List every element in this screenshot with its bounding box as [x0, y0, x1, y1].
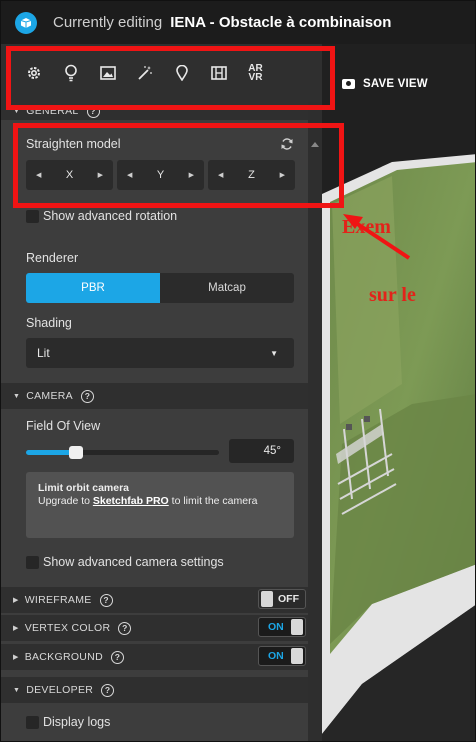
advanced-camera-checkbox[interactable]	[26, 555, 39, 569]
orbit-text-after: to limit the camera	[171, 495, 258, 507]
orbit-text-before: Upgrade to	[38, 495, 90, 507]
renderer-label: Renderer	[26, 251, 79, 265]
chevron-down-icon: ▼	[270, 348, 278, 358]
renderer-toggle: PBR Matcap	[26, 273, 294, 303]
fov-label: Field Of View	[26, 419, 101, 433]
expand-triangle-icon: ▶	[13, 597, 19, 604]
camera-icon	[342, 79, 355, 89]
vertex-color-toggle[interactable]: ON	[258, 617, 306, 637]
expand-triangle-icon: ▶	[13, 654, 19, 661]
toggle-knob	[291, 619, 303, 635]
wireframe-state: OFF	[278, 593, 299, 605]
display-logs-checkbox[interactable]	[26, 715, 39, 729]
vertex-color-state: ON	[268, 621, 284, 633]
section-vertex-color-title: VERTEX COLOR	[24, 622, 111, 634]
top-bar: Currently editing IENA - Obstacle à comb…	[1, 1, 475, 44]
annotation-text-line1: Exem	[342, 216, 391, 238]
fov-slider[interactable]	[26, 446, 219, 459]
save-view-label: SAVE VIEW	[363, 78, 428, 90]
highlight-box-toolbar	[6, 46, 335, 110]
collapse-triangle-icon: ▼	[13, 392, 21, 400]
collapse-triangle-icon: ▼	[13, 686, 21, 694]
section-wireframe-title: WIREFRAME	[24, 594, 92, 606]
shading-value: Lit	[37, 346, 50, 360]
background-state: ON	[268, 650, 284, 662]
model-scene[interactable]	[322, 44, 476, 742]
background-toggle[interactable]: ON	[258, 646, 306, 666]
help-icon[interactable]: ?	[118, 621, 132, 635]
shading-label: Shading	[26, 316, 72, 330]
section-developer-header[interactable]: ▼ DEVELOPER ?	[1, 677, 308, 703]
display-logs-label: Display logs	[43, 715, 111, 729]
expand-triangle-icon: ▶	[13, 625, 19, 632]
advanced-rotation-checkbox[interactable]	[26, 209, 39, 223]
advanced-camera-label: Show advanced camera settings	[43, 555, 224, 569]
advanced-rotation-toggle[interactable]: Show advanced rotation	[26, 209, 177, 223]
advanced-rotation-label: Show advanced rotation	[43, 209, 178, 223]
model-viewport[interactable]: SAVE VIEW Exem sur le	[322, 44, 476, 742]
help-icon[interactable]: ?	[99, 593, 113, 607]
toggle-knob	[291, 648, 303, 664]
toggle-knob	[261, 591, 273, 607]
fov-value-input[interactable]: 45°	[229, 439, 294, 463]
advanced-camera-toggle[interactable]: Show advanced camera settings	[26, 555, 224, 569]
highlight-box-straighten	[13, 123, 344, 208]
app-window: Currently editing IENA - Obstacle à comb…	[0, 0, 476, 742]
renderer-pbr-option[interactable]: PBR	[26, 273, 160, 303]
section-background-title: BACKGROUND	[24, 651, 103, 663]
editing-label: Currently editing	[53, 14, 163, 31]
sketchfab-logo-icon[interactable]	[15, 11, 37, 34]
sketchfab-pro-link[interactable]: Sketchfab PRO	[93, 495, 169, 507]
fov-slider-handle[interactable]	[69, 446, 83, 459]
help-icon[interactable]: ?	[110, 650, 124, 664]
section-developer-title: DEVELOPER	[26, 684, 94, 696]
renderer-matcap-option[interactable]: Matcap	[160, 273, 294, 303]
model-title: IENA - Obstacle à combinaison	[170, 14, 392, 31]
orbit-title: Limit orbit camera	[38, 482, 130, 494]
limit-orbit-upsell: Limit orbit camera Upgrade to Sketchfab …	[26, 472, 294, 538]
annotation-text-line2: sur le	[369, 284, 416, 306]
save-view-button[interactable]: SAVE VIEW	[342, 78, 428, 90]
shading-select[interactable]: Lit ▼	[26, 338, 294, 368]
section-camera-title: CAMERA	[26, 390, 73, 402]
wireframe-toggle[interactable]: OFF	[258, 589, 306, 609]
display-logs-toggle[interactable]: Display logs	[26, 715, 110, 729]
section-camera-header[interactable]: ▼ CAMERA ?	[1, 383, 308, 409]
help-icon[interactable]: ?	[101, 683, 115, 697]
help-icon[interactable]: ?	[80, 389, 94, 403]
